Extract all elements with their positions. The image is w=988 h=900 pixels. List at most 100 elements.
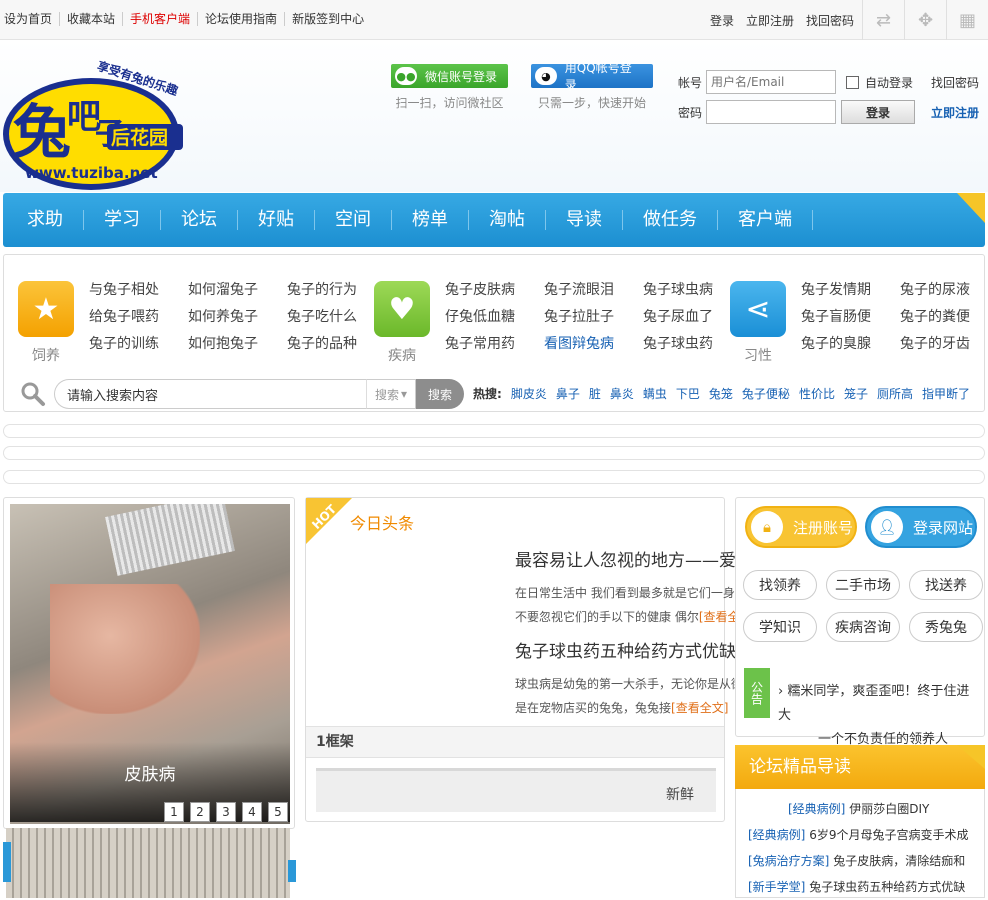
slider-page-button[interactable]: 2 bbox=[190, 802, 210, 822]
nav-ranking[interactable]: 榜单 bbox=[392, 210, 469, 230]
bookmark-link[interactable]: 收藏本站 bbox=[59, 12, 122, 26]
category-link[interactable]: 兔子皮肤病 bbox=[445, 281, 544, 300]
login-site-button[interactable]: 👤︎ 登录网站 bbox=[865, 506, 977, 548]
tag-learn[interactable]: 学知识 bbox=[743, 612, 817, 642]
hot-search-item[interactable]: 脚皮炎 bbox=[511, 385, 547, 402]
category-link[interactable]: 兔子的尿液 bbox=[900, 281, 988, 300]
nav-space[interactable]: 空间 bbox=[315, 210, 392, 230]
category-link[interactable]: 兔子尿血了 bbox=[643, 308, 742, 327]
top-login-link[interactable]: 登录 bbox=[710, 12, 734, 29]
login-button[interactable]: 登录 bbox=[841, 100, 915, 124]
category-link[interactable]: 兔子常用药 bbox=[445, 335, 544, 354]
wechat-login-button[interactable]: ●● 微信账号登录 bbox=[391, 64, 508, 88]
hot-search-item[interactable]: 脏 bbox=[589, 385, 601, 402]
forum-item-tag[interactable]: [经典病例] bbox=[748, 828, 805, 842]
hot-search-item[interactable]: 兔子便秘 bbox=[742, 385, 790, 402]
category-link[interactable]: 看图辩兔病 bbox=[544, 335, 643, 354]
set-homepage-link[interactable]: 设为首页 bbox=[4, 12, 59, 26]
account-input[interactable] bbox=[706, 70, 836, 94]
star-icon[interactable]: ★ bbox=[18, 281, 74, 337]
category-link[interactable]: 兔子的粪便 bbox=[900, 308, 988, 327]
hot-search-item[interactable]: 性价比 bbox=[799, 385, 835, 402]
category-link[interactable]: 兔子流眼泪 bbox=[544, 281, 643, 300]
category-link[interactable]: 兔子的品种 bbox=[287, 335, 386, 354]
forum-item[interactable]: [经典病例] 6岁9个月母兔子宫病变手术成 bbox=[748, 822, 984, 848]
forum-item-title[interactable]: 6岁9个月母兔子宫病变手术成 bbox=[809, 828, 968, 842]
category-link[interactable]: 兔子的行为 bbox=[287, 281, 386, 300]
hot-search-item[interactable]: 指甲断了 bbox=[922, 385, 970, 402]
category-link[interactable]: 兔子发情期 bbox=[801, 281, 900, 300]
forum-item-title[interactable]: 兔子球虫药五种给药方式优缺 bbox=[809, 880, 965, 894]
nav-client[interactable]: 客户端 bbox=[718, 210, 813, 230]
shuffle-icon[interactable]: ⇄ bbox=[862, 0, 904, 40]
category-link[interactable]: 与兔子相处 bbox=[89, 281, 188, 300]
hot-search-item[interactable]: 厕所高 bbox=[877, 385, 913, 402]
nav-tasks[interactable]: 做任务 bbox=[623, 210, 718, 230]
notice-item[interactable]: › 糯米同学，爽歪歪吧！终于住进大 bbox=[778, 680, 978, 728]
forum-guide-link[interactable]: 论坛使用指南 bbox=[197, 12, 284, 26]
forum-item[interactable]: [经典病例] 伊丽莎白圈DIY bbox=[748, 796, 984, 822]
tag-find-adoption[interactable]: 找领养 bbox=[743, 570, 817, 600]
hot-search-item[interactable]: 兔笼 bbox=[709, 385, 733, 402]
lower-image[interactable] bbox=[6, 828, 290, 898]
heart-icon[interactable]: ♥ bbox=[374, 281, 430, 337]
slider-title[interactable]: 皮肤病 bbox=[10, 760, 290, 785]
hot-search-item[interactable]: 笼子 bbox=[844, 385, 868, 402]
category-link[interactable]: 仔兔低血糖 bbox=[445, 308, 544, 327]
site-logo[interactable]: 兔 吧 子 后花园 享受有兔的乐趣 www.tuziba.net bbox=[3, 48, 185, 193]
category-link[interactable]: 兔子的牙齿 bbox=[900, 335, 988, 354]
hot-search-item[interactable]: 螨虫 bbox=[643, 385, 667, 402]
forum-item-tag[interactable]: [经典病例] bbox=[788, 802, 845, 816]
search-button[interactable]: 搜索 bbox=[416, 379, 464, 409]
category-link[interactable]: 兔子的臭腺 bbox=[801, 335, 900, 354]
register-account-button[interactable]: 🔒︎ 注册账号 bbox=[745, 506, 857, 548]
register-link[interactable]: 立即注册 bbox=[931, 104, 979, 121]
search-input[interactable]: 请输入搜索内容 bbox=[54, 379, 366, 409]
forum-item-title[interactable]: 伊丽莎白圈DIY bbox=[849, 802, 929, 816]
mobile-client-link[interactable]: 手机客户端 bbox=[122, 12, 197, 26]
nav-learn[interactable]: 学习 bbox=[84, 210, 161, 230]
slider-page-button[interactable]: 1 bbox=[164, 802, 184, 822]
search-type-select[interactable]: 搜索 ▾ bbox=[366, 379, 416, 409]
find-password-link[interactable]: 找回密码 bbox=[931, 74, 979, 91]
forum-item[interactable]: [新手学堂] 兔子球虫药五种给药方式优缺 bbox=[748, 874, 984, 900]
forum-item-tag[interactable]: [新手学堂] bbox=[748, 880, 805, 894]
nav-collections[interactable]: 淘帖 bbox=[469, 210, 546, 230]
category-link[interactable]: 兔子盲肠便 bbox=[801, 308, 900, 327]
category-link[interactable]: 兔子吃什么 bbox=[287, 308, 386, 327]
slider-page-button[interactable]: 3 bbox=[216, 802, 236, 822]
forum-item[interactable]: [兔病治疗方案] 兔子皮肤病，清除结痂和 bbox=[748, 848, 984, 874]
category-link[interactable]: 如何抱兔子 bbox=[188, 335, 287, 354]
frame-tab-fresh[interactable]: 新鲜 bbox=[666, 784, 694, 804]
forum-item-title[interactable]: 兔子皮肤病，清除结痂和 bbox=[833, 854, 965, 868]
slider-page-button[interactable]: 4 bbox=[242, 802, 262, 822]
tag-second-hand[interactable]: 二手市场 bbox=[826, 570, 900, 600]
share-icon[interactable]: ⋖ bbox=[730, 281, 786, 337]
navigation-icon[interactable]: ✥ bbox=[904, 0, 946, 40]
tag-find-rehome[interactable]: 找送养 bbox=[909, 570, 983, 600]
category-link[interactable]: 兔子球虫病 bbox=[643, 281, 742, 300]
hot-search-item[interactable]: 鼻子 bbox=[556, 385, 580, 402]
category-link[interactable]: 如何养兔子 bbox=[188, 308, 287, 327]
nav-help[interactable]: 求助 bbox=[7, 210, 84, 230]
top-register-link[interactable]: 立即注册 bbox=[746, 12, 794, 29]
forum-item-tag[interactable]: [兔病治疗方案] bbox=[748, 854, 829, 868]
hot-search-item[interactable]: 下巴 bbox=[676, 385, 700, 402]
category-link[interactable]: 兔子的训练 bbox=[89, 335, 188, 354]
category-link[interactable]: 兔子拉肚子 bbox=[544, 308, 643, 327]
slider-page-button[interactable]: 5 bbox=[268, 802, 288, 822]
checkin-center-link[interactable]: 新版签到中心 bbox=[284, 12, 371, 26]
qq-login-button[interactable]: ◕ 用QQ帐号登录 bbox=[531, 61, 653, 92]
tag-disease-consult[interactable]: 疾病咨询 bbox=[826, 612, 900, 642]
tag-show-rabbits[interactable]: 秀兔兔 bbox=[909, 612, 983, 642]
category-link[interactable]: 兔子球虫药 bbox=[643, 335, 742, 354]
category-link[interactable]: 如何溜兔子 bbox=[188, 281, 287, 300]
top-find-password-link[interactable]: 找回密码 bbox=[806, 12, 854, 29]
grid-icon[interactable]: ▦ bbox=[946, 0, 988, 40]
nav-good-posts[interactable]: 好贴 bbox=[238, 210, 315, 230]
nav-guide[interactable]: 导读 bbox=[546, 210, 623, 230]
auto-login-checkbox[interactable] bbox=[846, 75, 859, 89]
category-link[interactable]: 给兔子喂药 bbox=[89, 308, 188, 327]
hot-search-item[interactable]: 鼻炎 bbox=[610, 385, 634, 402]
nav-forum[interactable]: 论坛 bbox=[161, 210, 238, 230]
